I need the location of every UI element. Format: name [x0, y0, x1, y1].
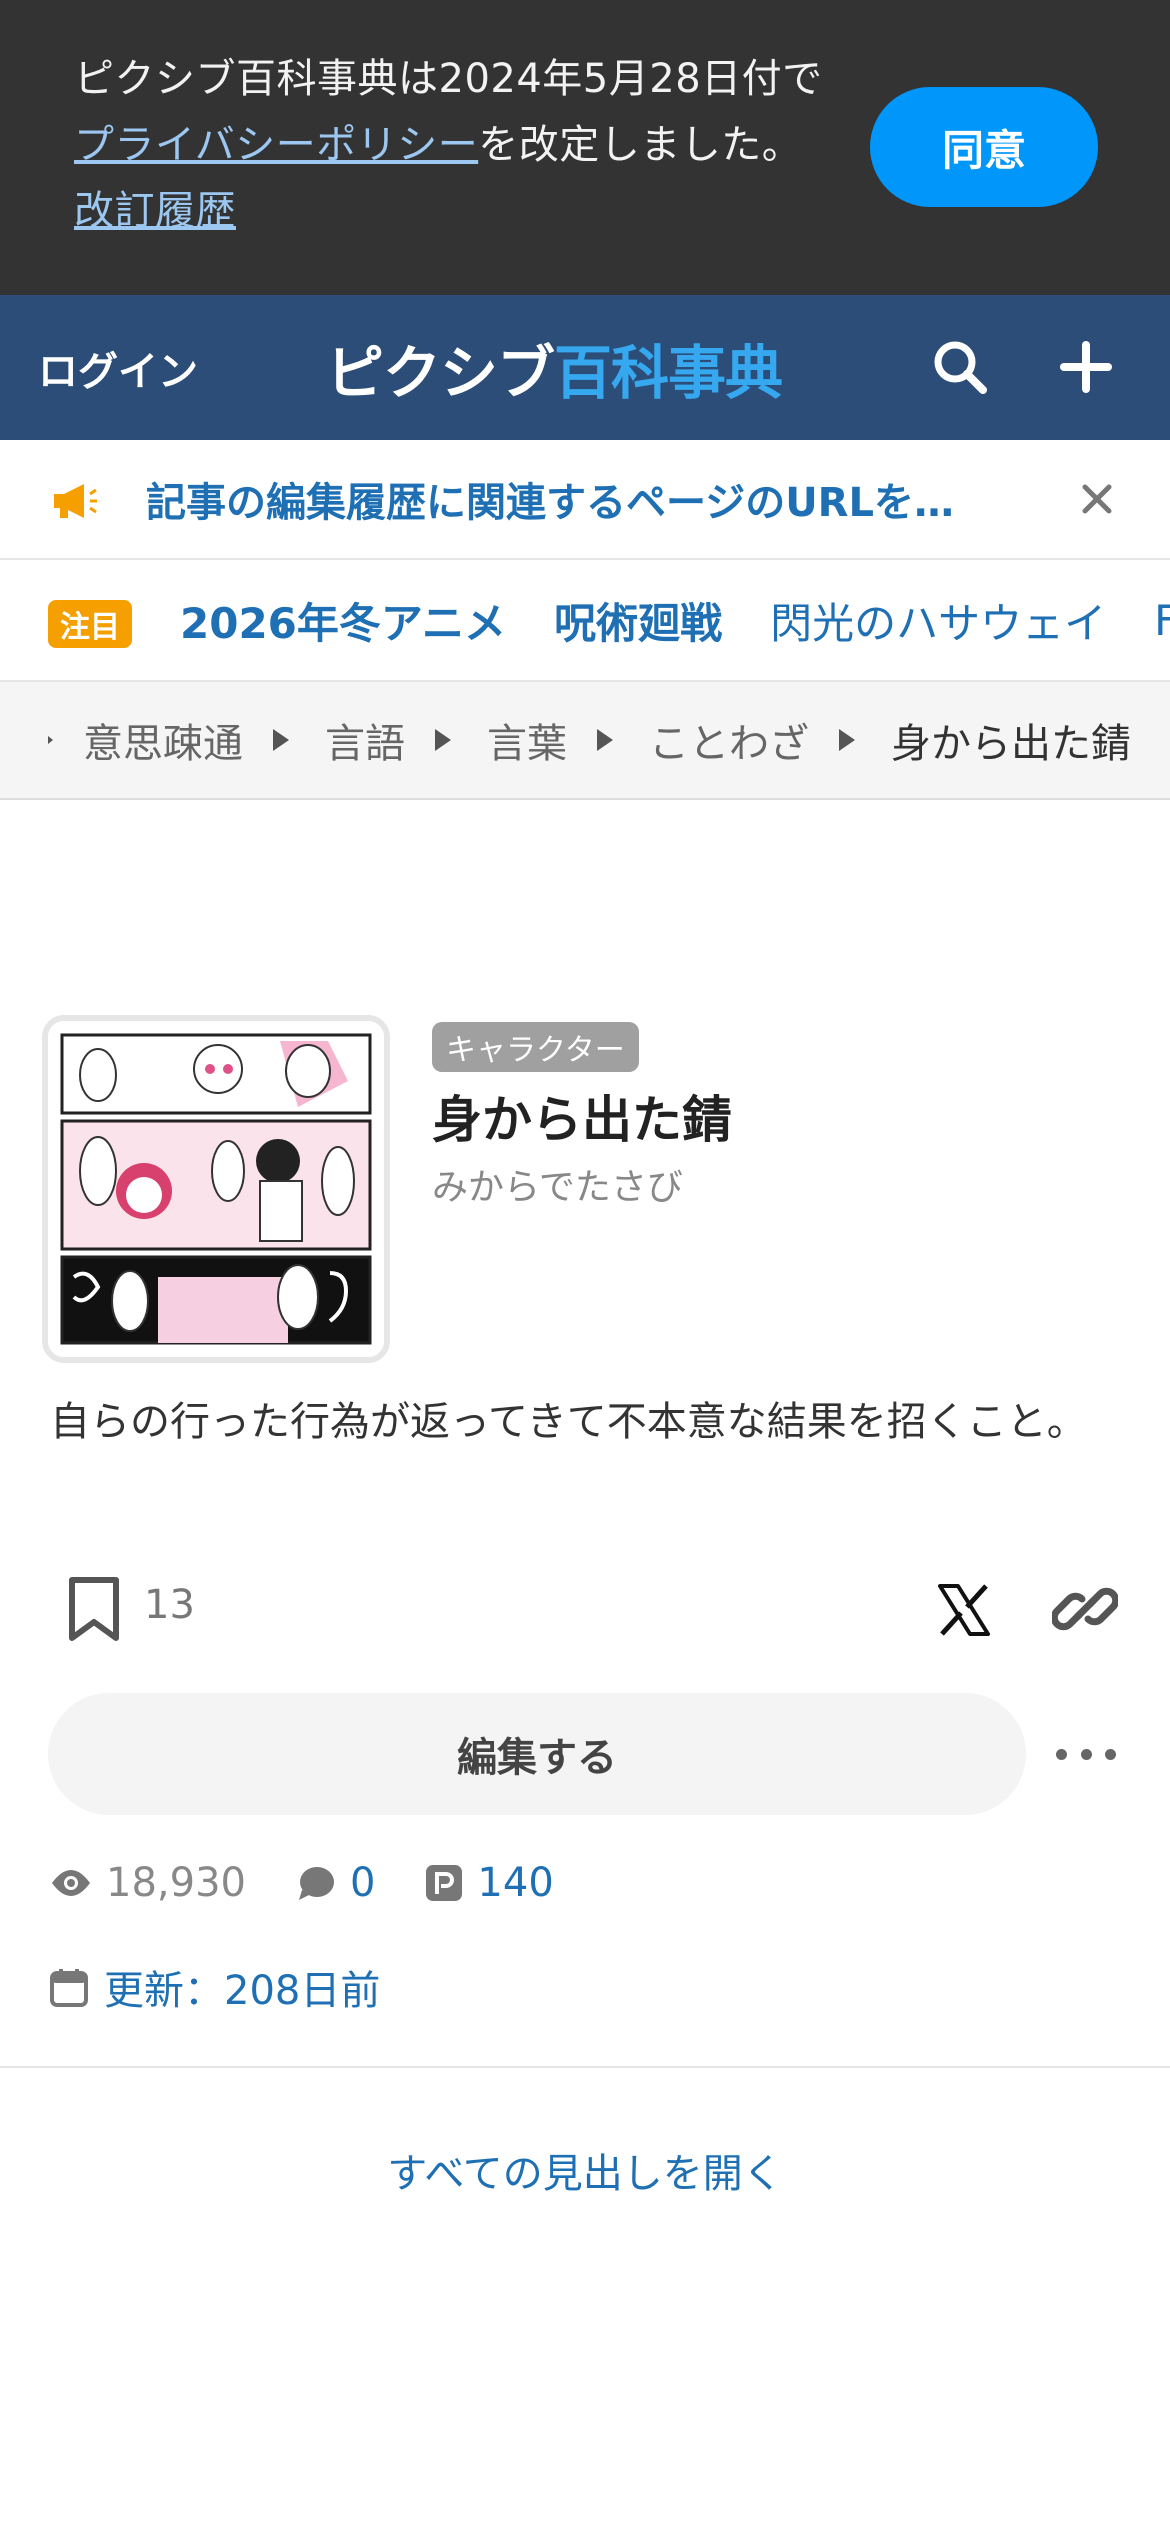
- comments-count: 0: [349, 1860, 376, 1906]
- article-thumbnail[interactable]: [42, 1015, 390, 1363]
- breadcrumb-item[interactable]: 意思疎通: [83, 711, 243, 769]
- pixiv-icon: [426, 1865, 463, 1901]
- trending-item[interactable]: 呪術廻戦: [554, 590, 722, 651]
- trending-list: 2026年冬アニメ 呪術廻戦 閃光のハサウェイ F: [180, 560, 1170, 680]
- bookmark-count: 13: [144, 1582, 195, 1628]
- article-title: 身から出た錆: [432, 1091, 732, 1149]
- views-count: 18,930: [106, 1860, 246, 1906]
- eye-icon: [52, 1870, 90, 1896]
- breadcrumb-separator-icon: [839, 729, 855, 751]
- breadcrumb-separator-icon: [48, 736, 53, 744]
- article-summary: 自らの行った行為が返ってきて不本意な結果を招くこと。: [50, 1399, 1087, 1445]
- breadcrumb-item[interactable]: 言葉: [487, 711, 567, 769]
- article-reading: みからでたさび: [432, 1167, 683, 1208]
- privacy-banner: ピクシブ百科事典は2024年5月28日付でプライバシーポリシーを改定しました。改…: [0, 0, 1170, 295]
- privacy-policy-link[interactable]: プライバシーポリシー: [74, 122, 478, 168]
- search-icon[interactable]: [924, 331, 996, 403]
- attention-badge: 注目: [48, 600, 132, 648]
- copy-link-icon[interactable]: [1050, 1576, 1120, 1642]
- calendar-icon: [50, 1969, 88, 2007]
- plus-icon[interactable]: [1050, 331, 1122, 403]
- privacy-banner-text: ピクシブ百科事典は2024年5月28日付でプライバシーポリシーを改定しました。改…: [74, 56, 823, 234]
- section-divider: [0, 2066, 1170, 2068]
- close-icon[interactable]: [1072, 474, 1122, 524]
- breadcrumb-separator-icon: [435, 729, 451, 751]
- login-link[interactable]: ログイン: [38, 295, 198, 440]
- megaphone-icon: [48, 476, 98, 526]
- breadcrumb-item[interactable]: ことわざ: [649, 711, 809, 769]
- open-all-headings-link[interactable]: すべての見出しを開く: [0, 2130, 1170, 2210]
- revision-history-link[interactable]: 改訂履歴: [74, 188, 236, 234]
- breadcrumb-separator-icon: [597, 729, 613, 751]
- trending-item[interactable]: F: [1154, 596, 1170, 645]
- breadcrumb-item[interactable]: 言語: [325, 711, 405, 769]
- pixiv-works-count: 140: [477, 1860, 554, 1906]
- site-logo[interactable]: ピクシブ 百科事典: [326, 295, 783, 440]
- breadcrumb-current: 身から出た錆: [891, 721, 1131, 767]
- pixiv-works-stat[interactable]: 140: [425, 1860, 554, 1906]
- trending-item[interactable]: 2026年冬アニメ: [180, 590, 506, 651]
- views-stat: 18,930: [50, 1860, 246, 1906]
- notice-text[interactable]: 記事の編集履歴に関連するページのURLを…: [146, 440, 1006, 558]
- edit-button[interactable]: 編集する: [48, 1693, 1026, 1815]
- comments-stat[interactable]: 0: [296, 1860, 375, 1906]
- more-options-icon[interactable]: [1056, 1734, 1116, 1774]
- trending-item[interactable]: 閃光のハサウェイ: [770, 590, 1106, 651]
- site-header: ログイン ピクシブ 百科事典: [0, 295, 1170, 440]
- manga-illustration: [48, 1021, 384, 1357]
- agree-button[interactable]: 同意: [870, 87, 1098, 207]
- notice-bar[interactable]: 記事の編集履歴に関連するページのURLを…: [0, 440, 1170, 560]
- updated-info[interactable]: 更新：208日前: [50, 1952, 380, 2022]
- category-tag[interactable]: キャラクター: [432, 1022, 639, 1072]
- updated-text: 更新：208日前: [104, 1968, 381, 2014]
- article-stats: 18,930 0 140: [50, 1848, 604, 1918]
- breadcrumb-separator-icon: [273, 729, 289, 751]
- trending-bar: 注目 2026年冬アニメ 呪術廻戦 閃光のハサウェイ F: [0, 560, 1170, 682]
- bookmark-icon[interactable]: [62, 1574, 126, 1644]
- comment-icon: [298, 1867, 334, 1900]
- x-share-icon[interactable]: [932, 1578, 996, 1642]
- breadcrumb: 意思疎通 言語 言葉 ことわざ 身から出た錆: [0, 682, 1170, 800]
